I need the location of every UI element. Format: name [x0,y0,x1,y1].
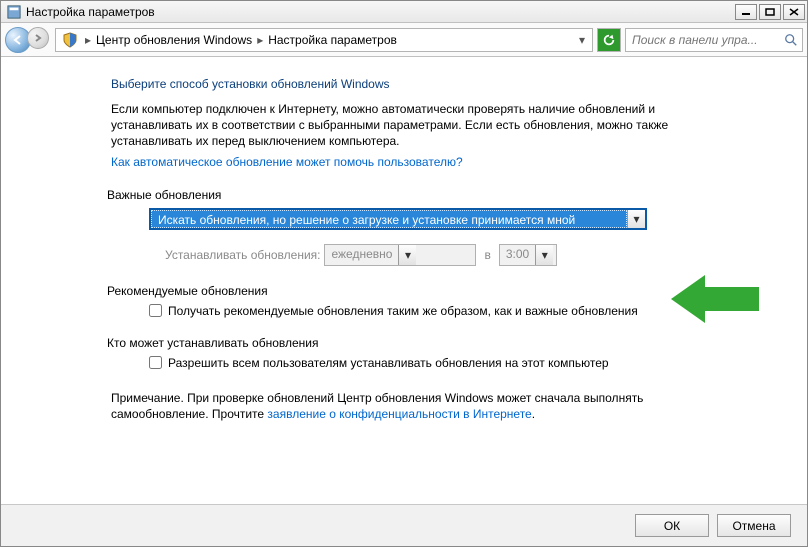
footer-bar: ОК Отмена [1,504,807,546]
arrow-shaft [705,287,759,311]
intro-paragraph: Если компьютер подключен к Интернету, мо… [111,101,711,150]
schedule-row: Устанавливать обновления: ежедневно ▾ в … [165,244,807,266]
who-checkbox[interactable] [149,356,162,369]
search-input[interactable] [630,32,780,48]
address-bar: ▸ Центр обновления Windows ▸ Настройка п… [1,23,807,57]
page-heading: Выберите способ установки обновлений Win… [111,77,807,91]
note-paragraph: Примечание. При проверке обновлений Цент… [111,390,711,422]
important-updates-value: Искать обновления, но решение о загрузке… [151,210,627,228]
who-checkbox-label: Разрешить всем пользователям устанавлива… [168,356,609,370]
nav-buttons [5,27,49,53]
arrow-head-icon [671,275,705,323]
refresh-button[interactable] [597,28,621,52]
search-field[interactable] [625,28,803,52]
titlebar: Настройка параметров [1,1,807,23]
frequency-combo: ежедневно ▾ [324,244,476,266]
chevron-icon: ▸ [85,33,91,47]
breadcrumb-dropdown-icon[interactable]: ▾ [574,33,590,47]
app-icon [7,5,21,19]
section-important-title: Важные обновления [107,188,807,202]
chevron-down-icon[interactable]: ▾ [627,210,645,228]
time-combo: 3:00 ▾ [499,244,557,266]
frequency-value: ежедневно [325,245,398,265]
note-suffix: . [532,407,535,421]
window-title: Настройка параметров [26,5,733,19]
breadcrumb-item-1[interactable]: Центр обновления Windows [96,33,252,47]
chevron-down-icon: ▾ [398,245,416,265]
forward-button[interactable] [27,27,49,49]
content-area: Выберите способ установки обновлений Win… [1,57,807,504]
cancel-button[interactable]: Отмена [717,514,791,537]
important-updates-combo[interactable]: Искать обновления, но решение о загрузке… [149,208,647,230]
chevron-down-icon: ▾ [535,245,553,265]
shield-icon [62,32,78,48]
close-button[interactable] [783,4,805,20]
privacy-link[interactable]: заявление о конфиденциальности в Интерне… [267,407,531,421]
chevron-icon: ▸ [257,33,263,47]
help-link[interactable]: Как автоматическое обновление может помо… [111,155,463,169]
time-value: 3:00 [500,245,535,265]
schedule-label: Устанавливать обновления: [165,248,320,262]
annotation-arrow [671,275,759,323]
breadcrumb-field[interactable]: ▸ Центр обновления Windows ▸ Настройка п… [55,28,593,52]
breadcrumb-item-2[interactable]: Настройка параметров [268,33,397,47]
search-icon[interactable] [784,33,798,47]
ok-button[interactable]: ОК [635,514,709,537]
window: Настройка параметров ▸ Центр обновления … [0,0,808,547]
at-label: в [484,248,490,262]
recommended-checkbox-label: Получать рекомендуемые обновления таким … [168,304,638,318]
maximize-button[interactable] [759,4,781,20]
minimize-button[interactable] [735,4,757,20]
window-controls [733,4,805,20]
recommended-checkbox[interactable] [149,304,162,317]
section-who-title: Кто может устанавливать обновления [107,336,807,350]
